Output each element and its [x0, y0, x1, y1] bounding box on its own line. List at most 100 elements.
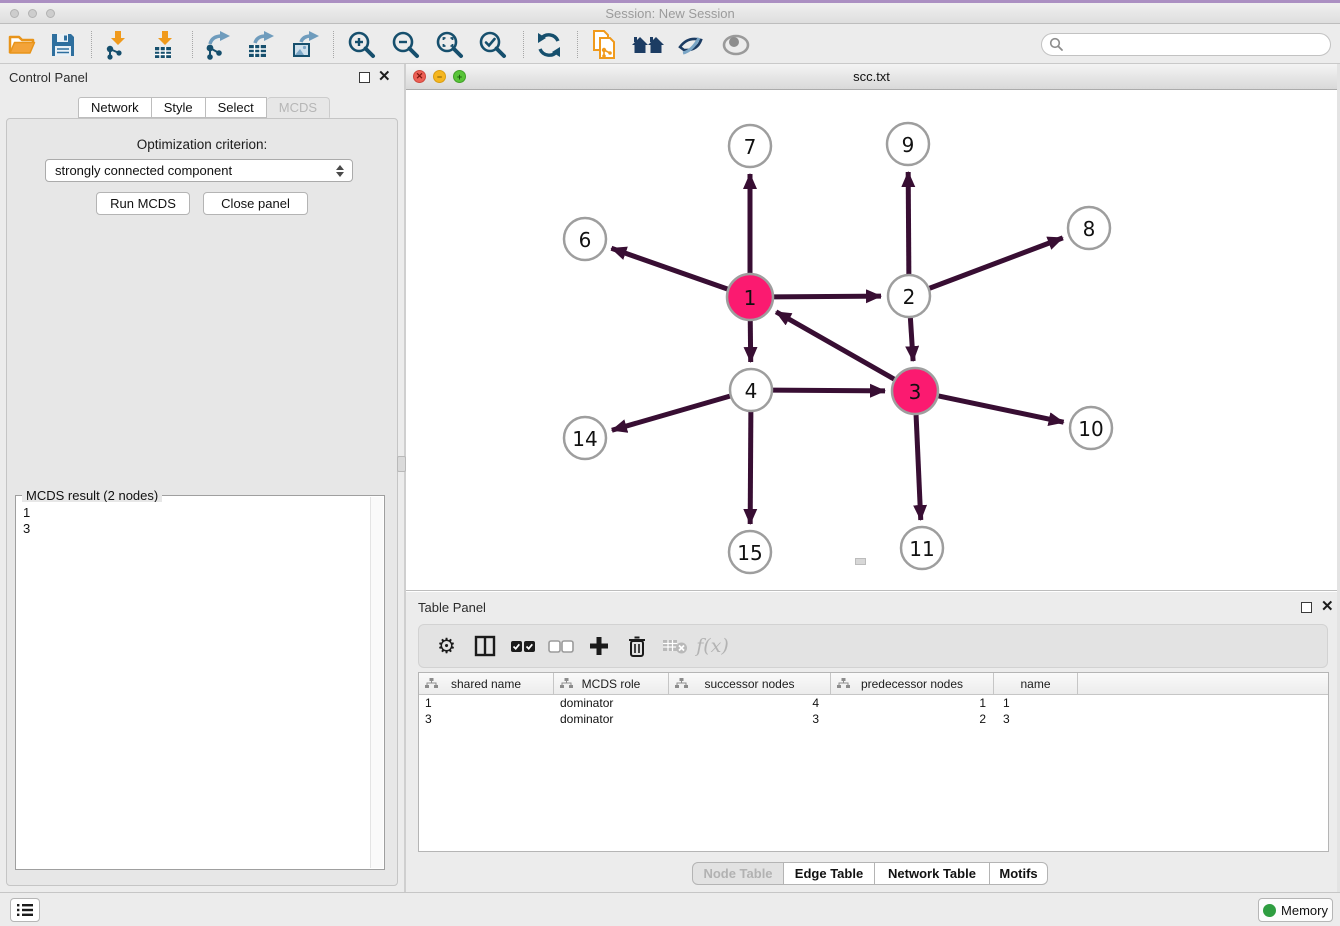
task-history-button[interactable] — [10, 898, 40, 922]
new-network-from-selection-icon[interactable] — [587, 28, 621, 62]
edge-1-2[interactable] — [774, 296, 881, 297]
zoom-in-icon[interactable] — [345, 28, 379, 62]
refresh-layout-icon[interactable] — [532, 28, 566, 62]
edge-4-14[interactable] — [612, 396, 730, 430]
table-panel-float-button[interactable] — [1301, 602, 1312, 613]
criterion-select[interactable]: strongly connected component — [45, 159, 353, 182]
graph-node-9[interactable]: 9 — [887, 123, 929, 165]
table-settings-icon[interactable]: ⚙ — [432, 632, 461, 661]
cell-name[interactable]: 3 — [994, 711, 1078, 727]
table-row[interactable]: 3 dominator 3 2 3 — [419, 711, 1328, 727]
add-row-icon[interactable] — [584, 632, 613, 661]
result-scrollbar[interactable] — [370, 497, 383, 868]
hide-selected-icon[interactable] — [674, 28, 708, 62]
toolbar-separator — [192, 31, 193, 58]
delete-rows-icon[interactable] — [622, 632, 651, 661]
import-network-icon[interactable] — [101, 28, 135, 62]
memory-button[interactable]: Memory — [1258, 898, 1333, 922]
network-table-splitter-handle[interactable] — [855, 558, 866, 565]
table-row[interactable]: 1 dominator 4 1 1 — [419, 695, 1328, 711]
search-input[interactable] — [1041, 33, 1331, 56]
node-label: 15 — [737, 541, 762, 565]
save-session-icon[interactable] — [46, 28, 80, 62]
function-builder-icon[interactable]: f(x) — [698, 632, 727, 661]
edge-2-8[interactable] — [930, 238, 1063, 288]
export-table-icon[interactable] — [244, 28, 278, 62]
memory-status-icon — [1263, 904, 1276, 917]
zoom-out-icon[interactable] — [389, 28, 423, 62]
cell-predecessor-nodes[interactable]: 1 — [831, 695, 994, 711]
cell-predecessor-nodes[interactable]: 2 — [831, 711, 994, 727]
table-header-row: shared name MCDS role successor nodes pr… — [419, 673, 1328, 695]
column-header-shared-name[interactable]: shared name — [419, 673, 554, 695]
graph-node-8[interactable]: 8 — [1068, 207, 1110, 249]
show-graphics-details-icon[interactable] — [719, 28, 753, 62]
column-header-mcds-role[interactable]: MCDS role — [554, 673, 669, 695]
cell-shared-name[interactable]: 1 — [419, 695, 554, 711]
export-network-icon[interactable] — [201, 28, 235, 62]
graph-node-15[interactable]: 15 — [729, 531, 771, 573]
status-bar: Memory — [0, 892, 1340, 926]
graph-node-14[interactable]: 14 — [564, 417, 606, 459]
zoom-selected-icon[interactable] — [476, 28, 510, 62]
list-icon — [16, 903, 34, 917]
zoom-fit-icon[interactable] — [433, 28, 467, 62]
edge-3-1[interactable] — [776, 312, 894, 379]
edge-4-15[interactable] — [750, 412, 751, 524]
panel-splitter-handle[interactable] — [397, 456, 406, 472]
cell-name[interactable]: 1 — [994, 695, 1078, 711]
edge-1-6[interactable] — [611, 248, 727, 289]
control-panel-title: Control Panel — [9, 70, 88, 85]
export-image-icon[interactable] — [288, 28, 322, 62]
tab-edge-table[interactable]: Edge Table — [784, 862, 875, 885]
cell-shared-name[interactable]: 3 — [419, 711, 554, 727]
window-title: Session: New Session — [0, 6, 1340, 21]
tab-select[interactable]: Select — [206, 97, 267, 118]
show-columns-icon[interactable] — [470, 632, 499, 661]
mcds-result-list[interactable]: 1 3 — [17, 502, 370, 868]
memory-label: Memory — [1281, 903, 1328, 918]
graph-node-2[interactable]: 2 — [888, 275, 930, 317]
first-neighbors-icon[interactable] — [631, 28, 665, 62]
select-all-rows-icon[interactable] — [508, 632, 537, 661]
cell-mcds-role[interactable]: dominator — [554, 711, 669, 727]
close-panel-button[interactable]: Close panel — [203, 192, 308, 215]
graph-node-3[interactable]: 3 — [892, 368, 938, 414]
node-table: shared name MCDS role successor nodes pr… — [418, 672, 1329, 852]
network-canvas[interactable]: 7 9 6 8 1 2 4 3 14 10 15 11 — [406, 90, 1337, 591]
graph-node-10[interactable]: 10 — [1070, 407, 1112, 449]
column-header-predecessor-nodes[interactable]: predecessor nodes — [831, 673, 994, 695]
graph-node-11[interactable]: 11 — [901, 527, 943, 569]
edge-3-11[interactable] — [916, 415, 921, 520]
tab-motifs[interactable]: Motifs — [990, 862, 1048, 885]
tab-mcds[interactable]: MCDS — [267, 97, 330, 118]
network-window-titlebar[interactable]: ✕ − + scc.txt — [406, 64, 1337, 90]
search-icon — [1049, 37, 1064, 52]
cell-successor-nodes[interactable]: 4 — [669, 695, 831, 711]
import-table-icon[interactable] — [148, 28, 182, 62]
run-mcds-button[interactable]: Run MCDS — [96, 192, 190, 215]
cell-mcds-role[interactable]: dominator — [554, 695, 669, 711]
edge-2-9[interactable] — [908, 172, 909, 274]
graph-node-4[interactable]: 4 — [730, 369, 772, 411]
graph-node-1[interactable]: 1 — [727, 274, 773, 320]
column-header-successor-nodes[interactable]: successor nodes — [669, 673, 831, 695]
cell-successor-nodes[interactable]: 3 — [669, 711, 831, 727]
open-session-icon[interactable] — [5, 28, 39, 62]
tab-network-table[interactable]: Network Table — [875, 862, 990, 885]
tab-network[interactable]: Network — [78, 97, 152, 118]
deselect-all-rows-icon[interactable] — [546, 632, 575, 661]
table-panel-close-icon[interactable]: ✕ — [1321, 600, 1334, 614]
control-panel-float-button[interactable] — [359, 72, 370, 83]
control-panel-close-icon[interactable]: ✕ — [378, 70, 391, 84]
control-panel-tabs: Network Style Select MCDS — [78, 97, 330, 118]
column-header-name[interactable]: name — [994, 673, 1078, 695]
graph-node-6[interactable]: 6 — [564, 218, 606, 260]
graph-node-7[interactable]: 7 — [729, 125, 771, 167]
edge-3-10[interactable] — [938, 396, 1063, 422]
edge-4-3[interactable] — [773, 390, 885, 391]
delete-columns-icon[interactable] — [660, 632, 689, 661]
tab-node-table[interactable]: Node Table — [692, 862, 784, 885]
tab-style[interactable]: Style — [152, 97, 206, 118]
edge-2-3[interactable] — [910, 318, 913, 361]
